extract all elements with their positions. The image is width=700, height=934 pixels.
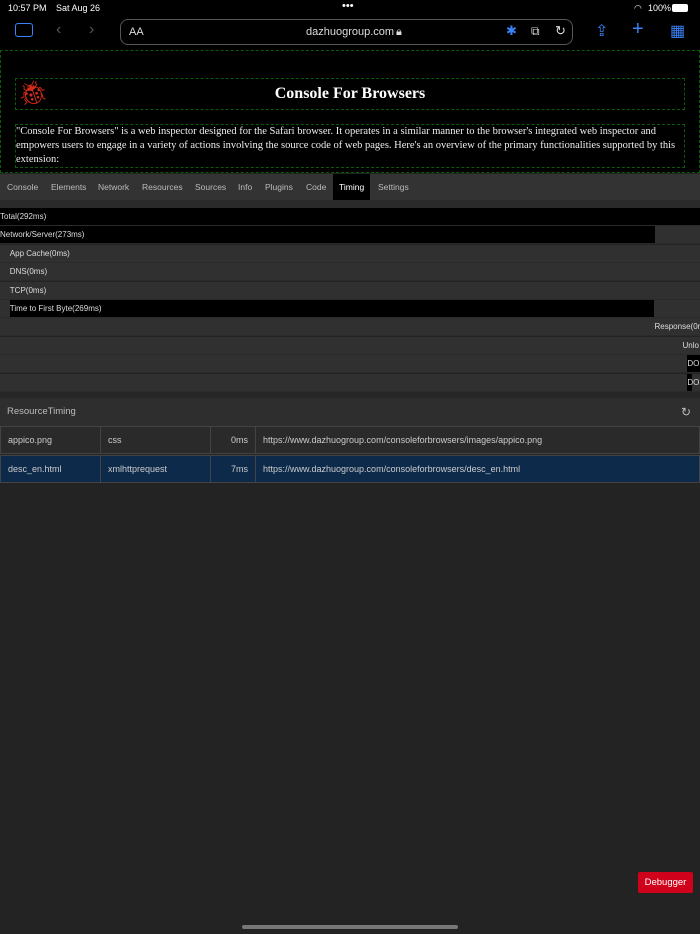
extension-icon[interactable]: ⧉ [531,24,540,39]
timing-label: Unlo [682,340,699,350]
timing-label: DNS(0ms) [9,267,48,277]
tab-resources[interactable]: Resources [142,174,183,200]
page-header: 🐞︎ Console For Browsers [15,78,685,110]
resource-row[interactable]: appico.png css 0ms https://www.dazhuogroup.… [0,426,700,454]
back-icon[interactable]: ‹ [56,21,61,39]
resource-time: 0ms [211,427,256,453]
tab-code[interactable]: Code [306,174,326,200]
timing-label: Network/Server(273ms) [0,230,85,240]
bug-extension-icon[interactable]: ✱ [506,23,517,39]
tab-console[interactable]: Console [7,174,38,200]
address-bar[interactable]: AA dazhuogroup.com 🔒︎ ✱ ⧉ ↻ [120,19,573,45]
text-size-button[interactable]: AA [129,26,144,38]
page-title: Console For Browsers [274,85,426,102]
timing-row: Response(0ms) [0,318,700,337]
url-domain: dazhuogroup.com [306,26,395,38]
resource-name: appico.png [1,427,101,453]
page-description: "Console For Browsers" is a web inspecto… [15,124,685,168]
share-icon[interactable]: ⇪ [595,21,608,41]
sidebar-icon[interactable] [15,23,33,37]
tab-network[interactable]: Network [98,174,129,200]
resource-time: 7ms [211,456,256,482]
multitask-dots[interactable]: ••• [342,0,354,12]
timing-row: Unlo [0,336,700,355]
timing-label: DO [687,359,700,369]
resource-url: https://www.dazhuogroup.com/consoleforbr… [256,427,700,453]
timing-label: Response(0ms) [654,322,700,332]
resource-row[interactable]: desc_en.html xmlhttprequest 7ms https://www… [0,455,700,483]
timing-row: DO [0,373,700,392]
timing-row: TCP(0ms) [0,281,700,300]
timing-row: DNS(0ms) [0,263,700,282]
tab-sources[interactable]: Sources [195,174,226,200]
wifi-icon: ◠ [634,3,642,13]
web-page: 🐞︎ Console For Browsers "Console For Bro… [0,50,700,173]
timing-row: DO [0,355,700,374]
battery-icon [672,4,688,12]
timing-bar [0,226,655,244]
debugger-button[interactable]: Debugger [638,872,693,893]
timing-label: Time to First Byte(269ms) [9,304,102,313]
reload-icon[interactable]: ↻ [555,23,566,39]
timing-label: Total(292ms) [0,212,47,221]
timing-row: Time to First Byte(269ms) [0,300,700,318]
time: 10:57 PM [8,3,47,13]
resource-url: https://www.dazhuogroup.com/consoleforbr… [256,456,700,482]
tab-timing[interactable]: Timing [333,174,371,200]
forward-icon[interactable]: › [89,21,94,39]
resource-timing-header: ResourceTiming ↻ [0,398,700,426]
resource-type: css [101,427,211,453]
bug-logo-icon: 🐞︎ [18,80,49,107]
timing-label: App Cache(0ms) [9,248,70,258]
browser-toolbar: ‹ › AA dazhuogroup.com 🔒︎ ✱ ⧉ ↻ ⇪ + ▦ [0,16,700,50]
devtools-tabs: Console Elements Network Resources Sourc… [0,174,700,200]
timing-row: Network/Server(273ms) [0,226,700,245]
new-tab-icon[interactable]: + [632,18,644,41]
battery-level: 100% [648,3,672,13]
timing-row: Total(292ms) [0,208,700,226]
timing-bar [9,300,655,317]
home-indicator [242,925,458,929]
date: Sat Aug 26 [56,3,101,13]
tab-info[interactable]: Info [238,174,252,200]
timing-label: TCP(0ms) [9,285,47,295]
status-bar: 10:57 PM Sat Aug 26 ••• ◠ 100% [0,0,700,16]
resource-timing-title: ResourceTiming [7,406,76,417]
tabs-overview-icon[interactable]: ▦ [670,21,685,41]
timing-bar [0,208,700,225]
refresh-icon[interactable]: ↻ [681,398,691,426]
timing-row: App Cache(0ms) [0,244,700,263]
tab-elements[interactable]: Elements [51,174,86,200]
resource-name: desc_en.html [1,456,101,482]
timing-label: DO [687,377,700,387]
lock-icon: 🔒︎ [396,26,402,38]
resource-type: xmlhttprequest [101,456,211,482]
tab-plugins[interactable]: Plugins [265,174,293,200]
tab-settings[interactable]: Settings [378,174,409,200]
